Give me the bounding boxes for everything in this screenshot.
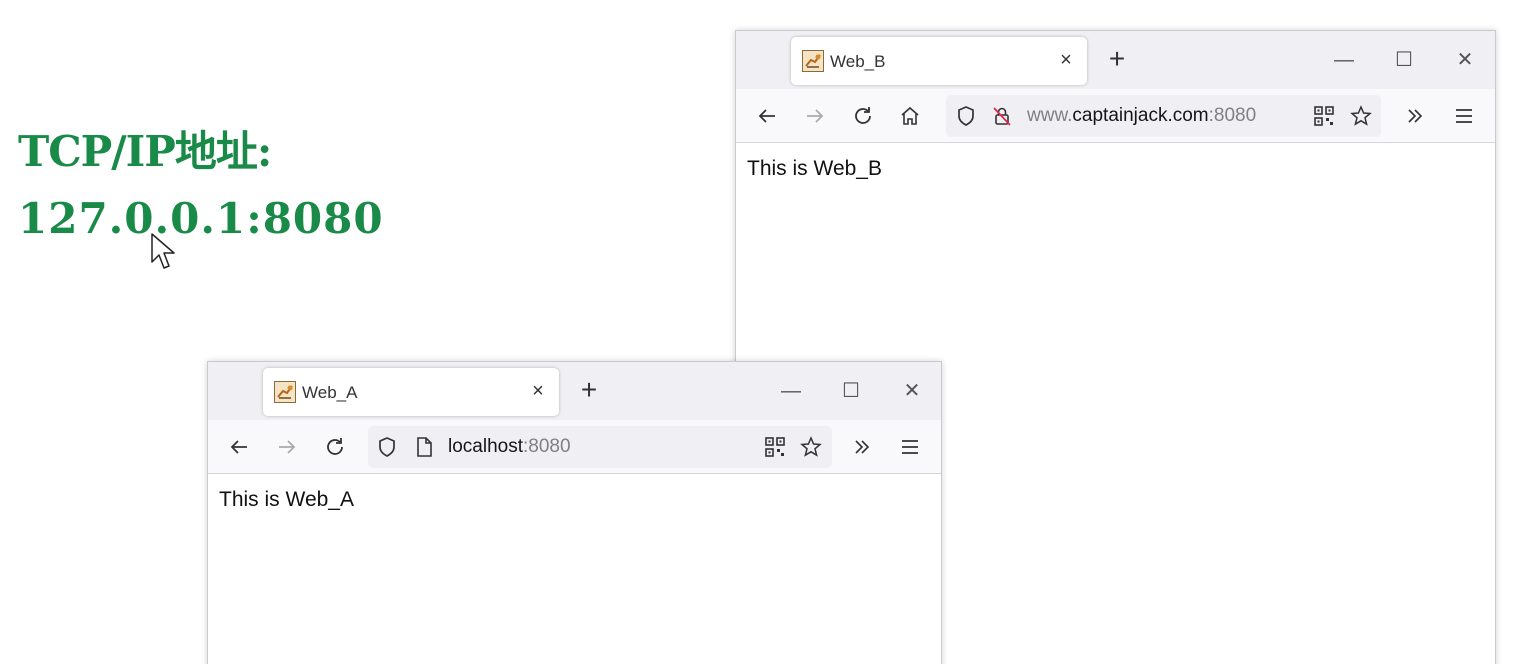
tab-strip: Web_A × + — ☐ ✕ [208, 362, 941, 420]
back-arrow-icon[interactable] [752, 101, 782, 131]
slide-address: 127.0.0.1:8080 [18, 194, 384, 243]
window-close-icon[interactable]: ✕ [1452, 47, 1478, 73]
url-port: :8080 [523, 436, 571, 457]
tab-title: Web_B [830, 52, 886, 71]
qr-code-icon[interactable] [763, 435, 787, 459]
navigation-toolbar: localhost:8080 [208, 420, 941, 474]
overflow-chevron-icon[interactable] [847, 432, 877, 462]
forward-arrow-icon[interactable] [800, 101, 830, 131]
slide-title: TCP/IP地址: [18, 127, 272, 176]
qr-code-icon[interactable] [1312, 104, 1336, 128]
shield-icon[interactable] [375, 435, 399, 459]
page-icon[interactable] [412, 435, 436, 459]
insecure-lock-icon[interactable] [990, 104, 1014, 128]
url-port: :8080 [1208, 105, 1257, 126]
page-content: This is Web_A [208, 474, 941, 664]
url-text: localhost:8080 [448, 436, 571, 458]
page-text: This is Web_A [219, 488, 354, 511]
star-icon[interactable] [1349, 104, 1373, 128]
forward-arrow-icon[interactable] [272, 432, 302, 462]
shield-icon[interactable] [954, 104, 978, 128]
tab-title: Web_A [302, 383, 358, 402]
browser-window-web-a: Web_A × + — ☐ ✕ localhost:8080 This is W… [207, 361, 942, 664]
back-arrow-icon[interactable] [224, 432, 254, 462]
minimize-icon[interactable]: — [778, 378, 804, 404]
tab-close-icon[interactable]: × [527, 380, 549, 402]
new-tab-button[interactable]: + [574, 376, 604, 406]
url-host: captainjack.com [1072, 105, 1209, 126]
home-icon[interactable] [895, 101, 925, 131]
mouse-cursor-icon [151, 233, 175, 269]
url-text: www.captainjack.com:8080 [1027, 105, 1256, 127]
url-bar[interactable]: localhost:8080 [368, 426, 832, 468]
hamburger-menu-icon[interactable] [895, 432, 925, 462]
tomcat-favicon-icon [274, 381, 296, 403]
reload-icon[interactable] [320, 432, 350, 462]
url-bar[interactable]: www.captainjack.com:8080 [946, 95, 1381, 137]
maximize-icon[interactable]: ☐ [838, 378, 864, 404]
url-prefix: www. [1027, 105, 1073, 126]
navigation-toolbar: www.captainjack.com:8080 [736, 89, 1495, 143]
hamburger-menu-icon[interactable] [1449, 101, 1479, 131]
url-host: localhost [448, 436, 523, 457]
tomcat-favicon-icon [802, 50, 824, 72]
tab-web-a[interactable]: Web_A × [263, 368, 559, 416]
maximize-icon[interactable]: ☐ [1391, 47, 1417, 73]
page-text: This is Web_B [747, 157, 882, 180]
tab-strip: Web_B × + — ☐ ✕ [736, 31, 1495, 89]
minimize-icon[interactable]: — [1331, 47, 1357, 73]
reload-icon[interactable] [848, 101, 878, 131]
star-icon[interactable] [799, 435, 823, 459]
tab-close-icon[interactable]: × [1055, 49, 1077, 71]
window-close-icon[interactable]: ✕ [899, 378, 925, 404]
new-tab-button[interactable]: + [1102, 45, 1132, 75]
overflow-chevron-icon[interactable] [1400, 101, 1430, 131]
tab-web-b[interactable]: Web_B × [791, 37, 1087, 85]
